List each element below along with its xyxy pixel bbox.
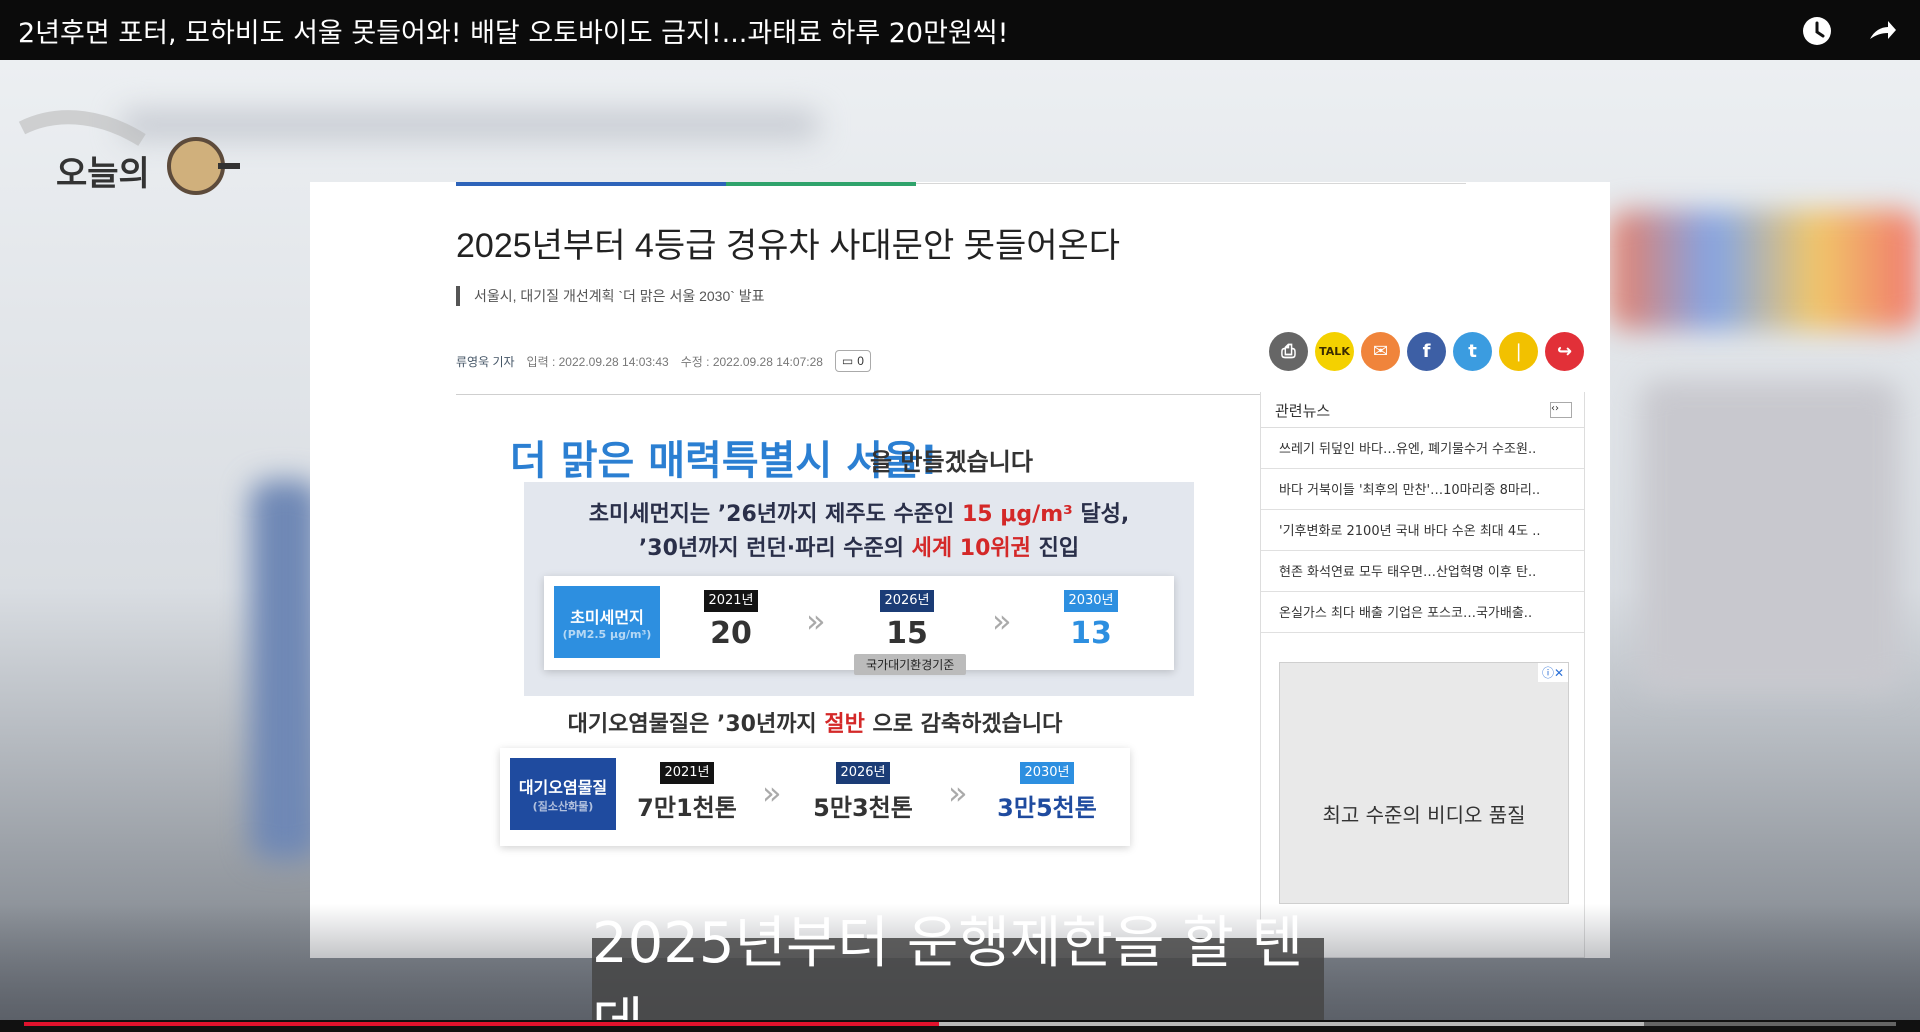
news-nav-arrows[interactable]: ‹ › xyxy=(1550,402,1572,418)
info-headline-suffix: 을 만들겠습니다 xyxy=(870,448,1033,476)
fine-dust-panel: 초미세먼지는 ’26년까지 제주도 수준인 15 μg/m³ 달성, ’30년까… xyxy=(524,482,1194,696)
national-standard-note: 국가대기환경기준 xyxy=(854,654,967,675)
pollutant-value-2021: 7만1천톤 xyxy=(637,794,737,822)
arrow-icon: » xyxy=(762,774,782,812)
email-icon[interactable]: ✉ xyxy=(1361,332,1400,371)
related-news-header: 관련뉴스 ‹ › xyxy=(1261,392,1584,428)
related-news-item[interactable]: 쓰레기 뒤덮인 바다…유엔, 폐기물수거 수조원.. xyxy=(1261,428,1584,469)
value-2021: 20 xyxy=(710,616,752,651)
pollutant-title: 대기오염물질은 ’30년까지 절반 으로 감축하겠습니다 xyxy=(567,712,1063,737)
article-meta: 류영욱 기자 입력 : 2022.09.28 14:03:43 수정 : 202… xyxy=(456,350,871,372)
related-news-sidebar: 관련뉴스 ‹ › 쓰레기 뒤덮인 바다…유엔, 폐기물수거 수조원.. 바다 거북… xyxy=(1260,392,1585,958)
watch-later-icon[interactable] xyxy=(1800,14,1834,48)
comment-icon: ▭ xyxy=(841,354,854,368)
related-news-item[interactable]: '기후변화로 2100년 국내 바다 수온 최대 4도 .. xyxy=(1261,510,1584,551)
panel1-line1: 초미세먼지는 ’26년까지 제주도 수준인 15 μg/m³ 달성, xyxy=(588,502,1130,527)
related-news-item[interactable]: 온실가스 최다 배출 기업은 포스코…국가배출.. xyxy=(1261,592,1584,633)
top-rule-gray xyxy=(916,183,1466,184)
infographic: 더 맑은 매력특별시 서울! 을 만들겠습니다 초미세먼지는 ’26년까지 제주… xyxy=(480,412,1194,942)
arrow-icon: » xyxy=(992,602,1012,640)
top-rule-green xyxy=(726,182,916,186)
modified-time: 수정 : 2022.09.28 14:07:28 xyxy=(680,354,823,369)
kakao-talk-icon[interactable]: TALK xyxy=(1315,332,1354,371)
video-progress-bar[interactable] xyxy=(24,1022,1896,1026)
year-2021: 2021년 xyxy=(704,590,758,612)
related-news-item[interactable]: 현존 화석연료 모두 태우면…산업혁명 이후 탄.. xyxy=(1261,551,1584,592)
fine-dust-label: 초미세먼지 (PM2.5 μg/m³) xyxy=(554,586,660,658)
article-subhead: 서울시, 대기질 개선계획 `더 맑은 서울 2030` 발표 xyxy=(456,286,765,306)
pollutant-value-2026: 5만3천톤 xyxy=(813,794,913,822)
comment-count: 0 xyxy=(857,354,864,368)
year-2030: 2030년 xyxy=(1020,762,1074,784)
arrow-icon: » xyxy=(948,774,968,812)
reporter-name[interactable]: 류영욱 기자 xyxy=(456,353,515,370)
channel-logo: 오늘의 xyxy=(12,100,242,200)
played-progress xyxy=(24,1022,939,1026)
top-action-icons xyxy=(1800,14,1898,48)
panel1-line2: ’30년까지 런던·파리 수준의 세계 10위권 진입 xyxy=(638,536,1080,561)
related-news-item[interactable]: 바다 거북이들 '최후의 만찬'…10마리중 8마리.. xyxy=(1261,469,1584,510)
input-time: 입력 : 2022.09.28 14:03:43 xyxy=(526,354,669,369)
background-blur-block xyxy=(1640,380,1900,690)
background-blur-block xyxy=(1610,210,1920,330)
pollutant-card: 대기오염물질 (질소산화물) 2021년 7만1천톤 » 2026년 5만3천톤… xyxy=(500,748,1130,846)
print-icon[interactable]: ⎙ xyxy=(1269,332,1308,371)
video-frame[interactable]: 오늘의 2025년부터 4등급 경유차 사대문안 못들어온다 서울시, 대기질 … xyxy=(0,60,1920,1020)
share-buttons: ⎙ TALK ✉ f t ❘ ↪ xyxy=(1269,332,1584,371)
comment-button[interactable]: ▭ 0 xyxy=(834,350,871,372)
video-title-bar: 2년후면 포터, 모하비도 서울 못들어와! 배달 오토바이도 금지!...과태… xyxy=(0,0,1920,60)
pollutant-value-2030: 3만5천톤 xyxy=(997,794,1097,822)
year-2021: 2021년 xyxy=(660,762,714,784)
year-2026: 2026년 xyxy=(880,590,934,612)
article-headline: 2025년부터 4등급 경유차 사대문안 못들어온다 xyxy=(456,227,1121,265)
twitter-icon[interactable]: t xyxy=(1453,332,1492,371)
share-arrow-icon[interactable]: ↪ xyxy=(1545,332,1584,371)
year-2030: 2030년 xyxy=(1064,590,1118,612)
ad-text: 최고 수준의 비디오 품질 xyxy=(1322,803,1526,827)
arrow-icon: » xyxy=(806,602,826,640)
top-rule-blue xyxy=(456,182,726,186)
caption-subtitle: 2025년부터 운행제한을 할 텐데 xyxy=(592,911,1324,1020)
share-icon[interactable] xyxy=(1864,14,1898,48)
pollutant-label: 대기오염물질 (질소산화물) xyxy=(510,758,616,830)
year-2026: 2026년 xyxy=(836,762,890,784)
value-2030: 13 xyxy=(1070,616,1112,651)
video-ad[interactable]: ⓘ✕ 최고 수준의 비디오 품질 xyxy=(1279,662,1569,904)
facebook-icon[interactable]: f xyxy=(1407,332,1446,371)
ad-close-icon[interactable]: ⓘ✕ xyxy=(1537,663,1568,682)
news-article-page: 2025년부터 4등급 경유차 사대문안 못들어온다 서울시, 대기질 개선계획… xyxy=(310,182,1610,958)
fine-dust-card: 초미세먼지 (PM2.5 μg/m³) 2021년 20 » 2026년 15 … xyxy=(544,576,1174,675)
value-2026: 15 xyxy=(886,616,928,651)
logo-text: 오늘의 xyxy=(56,154,150,194)
kakao-story-icon[interactable]: ❘ xyxy=(1499,332,1538,371)
video-title[interactable]: 2년후면 포터, 모하비도 서울 못들어와! 배달 오토바이도 금지!...과태… xyxy=(18,11,1008,50)
